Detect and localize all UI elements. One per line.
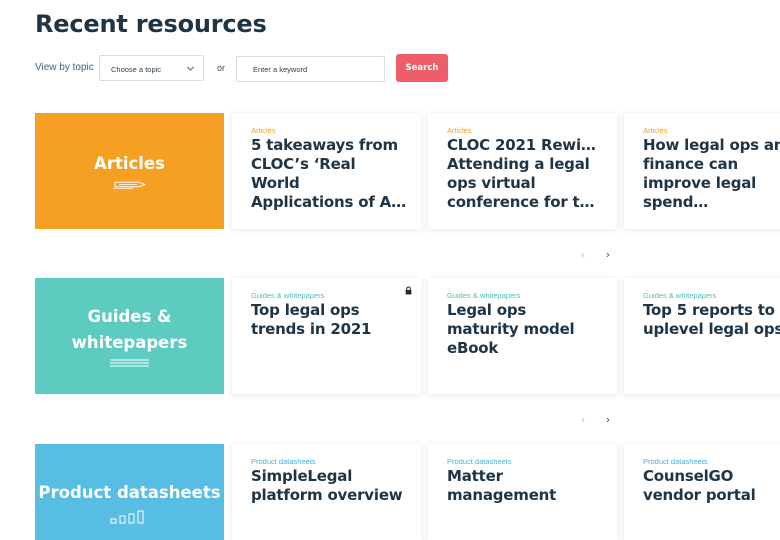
card-title: How legal ops and finance can improve le… [643, 136, 780, 212]
card-title: CLOC 2021 Rewind: Attending a legal ops … [447, 136, 605, 212]
section-guides-whitepapers: Guides & whitepapers Guides & whitepaper… [35, 278, 780, 394]
resource-card[interactable]: Guides & whitepapers Top legal ops trend… [232, 278, 421, 394]
page-title: Recent resources [35, 10, 267, 38]
resource-card[interactable]: Articles How legal ops and finance can i… [624, 113, 780, 229]
card-title-line: Legal ops [447, 301, 527, 319]
category-title-line: Guides & [87, 307, 172, 326]
keyword-input[interactable] [236, 56, 385, 82]
or-label: or [217, 63, 226, 73]
chevron-down-icon [186, 66, 195, 71]
card-title-line: CounselGO [643, 467, 734, 485]
topic-select-value: Choose a topic [111, 65, 162, 74]
search-button[interactable]: Search [396, 54, 448, 82]
card-title-line: trends in 2021 [251, 320, 372, 338]
card-title-line: CLOC 2021 Rewind: [447, 136, 605, 154]
pen-icon [113, 181, 147, 189]
resource-card[interactable]: Product datasheets Matter management [428, 444, 617, 540]
card-title-line: spend… [643, 193, 709, 211]
category-title-line: whitepapers [71, 333, 188, 352]
card-title: Top legal ops trends in 2021 [251, 301, 409, 339]
card-category: Product datasheets [643, 457, 708, 466]
card-title-line: 5 takeaways from [251, 136, 398, 154]
lock-icon [405, 286, 412, 295]
lines-icon [110, 359, 149, 367]
card-title: Matter management [447, 467, 605, 505]
card-title: 5 takeaways from CLOC’s ‘Real World Appl… [251, 136, 409, 212]
card-title-line: eBook [447, 339, 499, 357]
card-title-line: uplevel legal ops [643, 320, 780, 338]
section-product-datasheets: Product datasheets Product datasheets Si… [35, 444, 780, 540]
category-title: Product datasheets [38, 483, 221, 502]
card-title-line: CLOC’s ‘Real [251, 155, 356, 173]
card-category: Articles [447, 126, 472, 135]
resource-card[interactable]: Articles 5 takeaways from CLOC’s ‘Real W… [232, 113, 421, 229]
category-tile-articles[interactable]: Articles [35, 113, 224, 229]
card-category: Guides & whitepapers [251, 291, 325, 300]
card-category: Articles [643, 126, 668, 135]
card-title-line: Applications of AI… [251, 193, 409, 211]
card-title-line: ops virtual [447, 174, 536, 192]
filter-bar: View by topic Choose a topic or Search [35, 54, 780, 83]
topic-select[interactable]: Choose a topic [99, 55, 204, 81]
card-title-line: vendor portal [643, 486, 756, 504]
resources-page: Recent resources View by topic Choose a … [0, 0, 780, 540]
carousel-prev-button[interactable]: ‹ [577, 248, 589, 262]
resource-card[interactable]: Product datasheets SimpleLegal platform … [232, 444, 421, 540]
card-category: Product datasheets [447, 457, 512, 466]
card-title-line: platform overview [251, 486, 403, 504]
carousel-prev-button[interactable]: ‹ [577, 413, 589, 427]
resource-card[interactable]: Product datasheets CounselGO vendor port… [624, 444, 780, 540]
card-title-line: How legal ops and [643, 136, 780, 154]
resource-card[interactable]: Articles CLOC 2021 Rewind: Attending a l… [428, 113, 617, 229]
bar-chart-icon [110, 510, 144, 524]
card-category: Product datasheets [251, 457, 316, 466]
card-title: CounselGO vendor portal [643, 467, 780, 505]
card-title-line: improve legal [643, 174, 757, 192]
resource-card[interactable]: Guides & whitepapers Top 5 reports to up… [624, 278, 780, 394]
carousel-pager: ‹ › [577, 248, 637, 262]
card-title-line: SimpleLegal [251, 467, 353, 485]
category-tile-guides-whitepapers[interactable]: Guides & whitepapers [35, 278, 224, 394]
card-title-line: Top legal ops [251, 301, 360, 319]
section-articles: Articles Articles 5 takeaways from CLOC’… [35, 113, 780, 229]
card-title-line: management [447, 486, 557, 504]
category-title: Articles [94, 154, 165, 173]
card-category: Guides & whitepapers [447, 291, 521, 300]
card-title-line: Top 5 reports to [643, 301, 775, 319]
card-title-line: World [251, 174, 300, 192]
carousel-next-button[interactable]: › [602, 413, 614, 427]
carousel-pager: ‹ › [577, 413, 637, 427]
card-title: SimpleLegal platform overview [251, 467, 409, 505]
card-title-line: finance can [643, 155, 738, 173]
carousel-next-button[interactable]: › [602, 248, 614, 262]
card-title-line: conference for the… [447, 193, 605, 211]
card-title-line: Attending a legal [447, 155, 590, 173]
card-title-line: Matter [447, 467, 503, 485]
card-category: Articles [251, 126, 276, 135]
view-by-topic-label: View by topic [35, 62, 94, 73]
resource-card[interactable]: Guides & whitepapers Legal ops maturity … [428, 278, 617, 394]
card-title: Legal ops maturity model eBook [447, 301, 605, 358]
card-title-line: maturity model [447, 320, 575, 338]
category-tile-product-datasheets[interactable]: Product datasheets [35, 444, 224, 540]
card-title: Top 5 reports to uplevel legal ops [643, 301, 780, 339]
card-category: Guides & whitepapers [643, 291, 717, 300]
